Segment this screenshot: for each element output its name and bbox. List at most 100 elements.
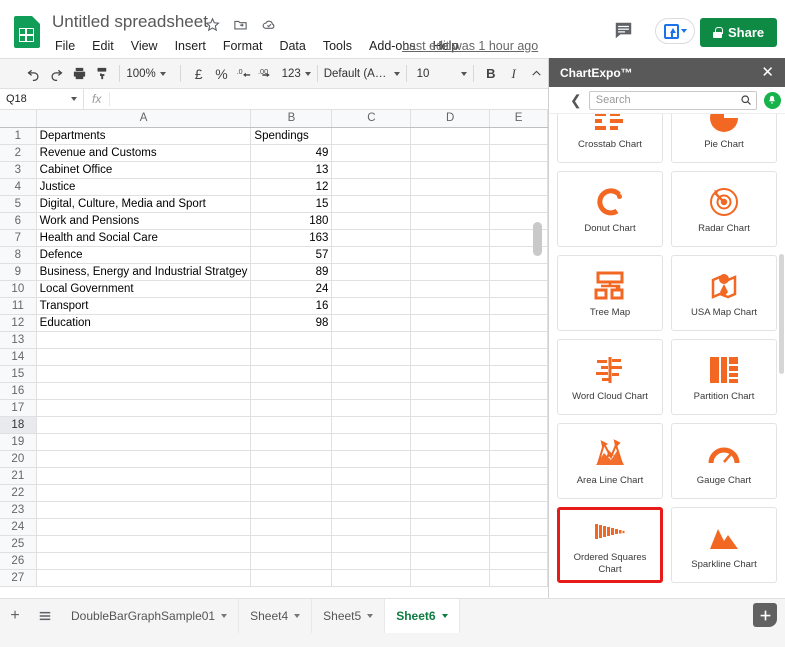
grid-cell[interactable]: Cabinet Office <box>36 161 252 179</box>
grid-cell[interactable] <box>331 195 412 213</box>
grid-cell[interactable] <box>410 433 491 451</box>
grid-cell[interactable]: 15 <box>250 195 333 213</box>
menu-data[interactable]: Data <box>277 38 307 54</box>
grid-cell[interactable] <box>250 467 333 485</box>
chart-card-partition-chart[interactable]: Partition Chart <box>671 339 777 415</box>
grid-cell[interactable] <box>489 195 548 213</box>
grid-cell[interactable] <box>250 535 333 553</box>
grid-cell[interactable]: 24 <box>250 280 333 298</box>
grid-cell[interactable] <box>410 518 491 536</box>
comment-icon[interactable] <box>614 22 633 39</box>
row-header[interactable]: 2 <box>0 144 37 162</box>
row-header[interactable]: 17 <box>0 399 37 417</box>
grid-cell[interactable] <box>331 178 412 196</box>
row-header[interactable]: 25 <box>0 535 37 553</box>
row-header[interactable]: 24 <box>0 518 37 536</box>
name-box[interactable]: Q18 <box>0 89 84 109</box>
grid-cell[interactable]: 12 <box>250 178 333 196</box>
grid-cell[interactable] <box>36 552 252 570</box>
grid-cell[interactable]: 98 <box>250 314 333 332</box>
font-size-selector[interactable]: 10 <box>417 68 467 80</box>
font-selector[interactable]: Default (Ari... <box>324 68 400 80</box>
chevron-down-icon[interactable] <box>367 614 374 618</box>
grid-cell[interactable]: 180 <box>250 212 333 230</box>
spreadsheet-grid[interactable]: A B C D E 1 Departments Spendings 2 Revenue … <box>0 110 548 598</box>
chart-card-usa-map-chart[interactable]: USA Map Chart <box>671 255 777 331</box>
chart-card-area-line-chart[interactable]: Area Line Chart <box>557 423 663 499</box>
grid-cell[interactable] <box>410 280 491 298</box>
increase-decimal-button[interactable]: .00 <box>256 62 279 86</box>
grid-cell[interactable] <box>410 263 491 281</box>
row-header[interactable]: 27 <box>0 569 37 587</box>
grid-cell[interactable] <box>410 314 491 332</box>
grid-cell[interactable] <box>410 212 491 230</box>
grid-cell[interactable] <box>36 450 252 468</box>
row-header[interactable]: 22 <box>0 484 37 502</box>
panel-scrollbar[interactable] <box>779 254 784 374</box>
grid-cell[interactable] <box>250 433 333 451</box>
grid-cell[interactable]: Justice <box>36 178 252 196</box>
sheet-tab-doublebargraphsample01[interactable]: DoubleBarGraphSample01 <box>60 598 240 634</box>
grid-cell[interactable] <box>250 382 333 400</box>
add-sheet-button[interactable]: + <box>0 599 30 634</box>
row-header[interactable]: 4 <box>0 178 37 196</box>
row-header[interactable]: 11 <box>0 297 37 315</box>
grid-cell[interactable] <box>36 501 252 519</box>
grid-cell[interactable] <box>331 399 412 417</box>
grid-cell[interactable] <box>36 399 252 417</box>
grid-cell[interactable] <box>331 569 412 587</box>
select-all-corner[interactable] <box>0 110 37 128</box>
grid-cell[interactable]: 49 <box>250 144 333 162</box>
grid-cell[interactable] <box>331 161 412 179</box>
grid-cell[interactable]: Defence <box>36 246 252 264</box>
grid-cell[interactable] <box>331 365 412 383</box>
grid-cell[interactable] <box>410 348 491 366</box>
grid-cell[interactable] <box>36 484 252 502</box>
chart-card-radar-chart[interactable]: Radar Chart <box>671 171 777 247</box>
grid-cell[interactable]: Health and Social Care <box>36 229 252 247</box>
explore-icon[interactable] <box>753 603 777 627</box>
grid-cell[interactable] <box>331 331 412 349</box>
grid-cell[interactable]: 163 <box>250 229 333 247</box>
grid-cell[interactable] <box>410 144 491 162</box>
row-header[interactable]: 5 <box>0 195 37 213</box>
row-header[interactable]: 19 <box>0 433 37 451</box>
grid-cell[interactable] <box>410 450 491 468</box>
grid-cell[interactable] <box>410 399 491 417</box>
collapse-toolbar-icon[interactable] <box>525 62 548 86</box>
menu-edit[interactable]: Edit <box>90 38 116 54</box>
grid-cell[interactable]: 89 <box>250 263 333 281</box>
grid-cell[interactable] <box>489 161 548 179</box>
row-header[interactable]: 10 <box>0 280 37 298</box>
grid-cell[interactable] <box>410 331 491 349</box>
row-header[interactable]: 16 <box>0 382 37 400</box>
chevron-down-icon[interactable] <box>294 614 301 618</box>
back-chevron-icon[interactable]: ❮ <box>570 93 582 107</box>
row-header[interactable]: 3 <box>0 161 37 179</box>
grid-cell[interactable] <box>410 467 491 485</box>
grid-cell[interactable] <box>410 297 491 315</box>
grid-cell[interactable]: 16 <box>250 297 333 315</box>
grid-cell[interactable] <box>250 450 333 468</box>
search-input[interactable] <box>593 93 740 107</box>
grid-cell[interactable] <box>489 178 548 196</box>
all-sheets-icon[interactable] <box>30 599 60 634</box>
grid-cell[interactable] <box>331 263 412 281</box>
grid-cell[interactable] <box>331 144 412 162</box>
menu-file[interactable]: File <box>53 38 77 54</box>
grid-cell[interactable]: Transport <box>36 297 252 315</box>
chart-card-word-cloud-chart[interactable]: Word Cloud Chart <box>557 339 663 415</box>
chart-card-crosstab-chart[interactable]: Crosstab Chart <box>557 114 663 163</box>
grid-cell[interactable] <box>489 144 548 162</box>
menu-insert[interactable]: Insert <box>173 38 208 54</box>
grid-cell[interactable] <box>331 501 412 519</box>
column-header-e[interactable]: E <box>489 110 548 128</box>
present-button[interactable] <box>655 18 695 44</box>
grid-cell[interactable] <box>250 552 333 570</box>
grid-cell[interactable] <box>331 382 412 400</box>
grid-cell[interactable] <box>331 416 412 434</box>
grid-cell[interactable] <box>410 501 491 519</box>
chevron-down-icon[interactable] <box>441 614 448 618</box>
row-header[interactable]: 23 <box>0 501 37 519</box>
grid-cell[interactable] <box>250 416 333 434</box>
